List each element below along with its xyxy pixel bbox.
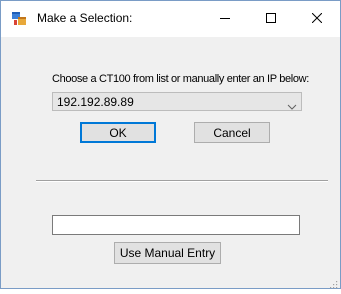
minimize-button[interactable] (202, 1, 248, 37)
close-button[interactable] (294, 1, 340, 37)
use-manual-entry-button[interactable]: Use Manual Entry (114, 242, 221, 264)
resize-grip-icon[interactable] (328, 276, 338, 289)
maximize-icon (266, 10, 276, 28)
ok-button[interactable]: OK (80, 122, 156, 143)
separator-line (36, 180, 328, 182)
dialog-body: Choose a CT100 from list or manually ent… (1, 37, 340, 289)
maximize-button[interactable] (248, 1, 294, 37)
close-icon (311, 10, 323, 28)
selection-prompt-label: Choose a CT100 from list or manually ent… (52, 73, 309, 85)
cancel-button[interactable]: Cancel (194, 122, 270, 143)
minimize-icon (220, 10, 230, 28)
title-bar[interactable]: Make a Selection: (1, 1, 340, 37)
chevron-down-icon[interactable] (287, 98, 297, 110)
ct100-combobox[interactable]: 192.192.89.89 (52, 92, 302, 111)
dialog-window: Make a Selection: Choose a CT100 from li… (0, 0, 341, 289)
window-title: Make a Selection: (37, 11, 133, 25)
manual-ip-input[interactable] (52, 215, 300, 235)
combobox-selected-value: 192.192.89.89 (57, 95, 134, 109)
app-window-icon (11, 11, 27, 27)
